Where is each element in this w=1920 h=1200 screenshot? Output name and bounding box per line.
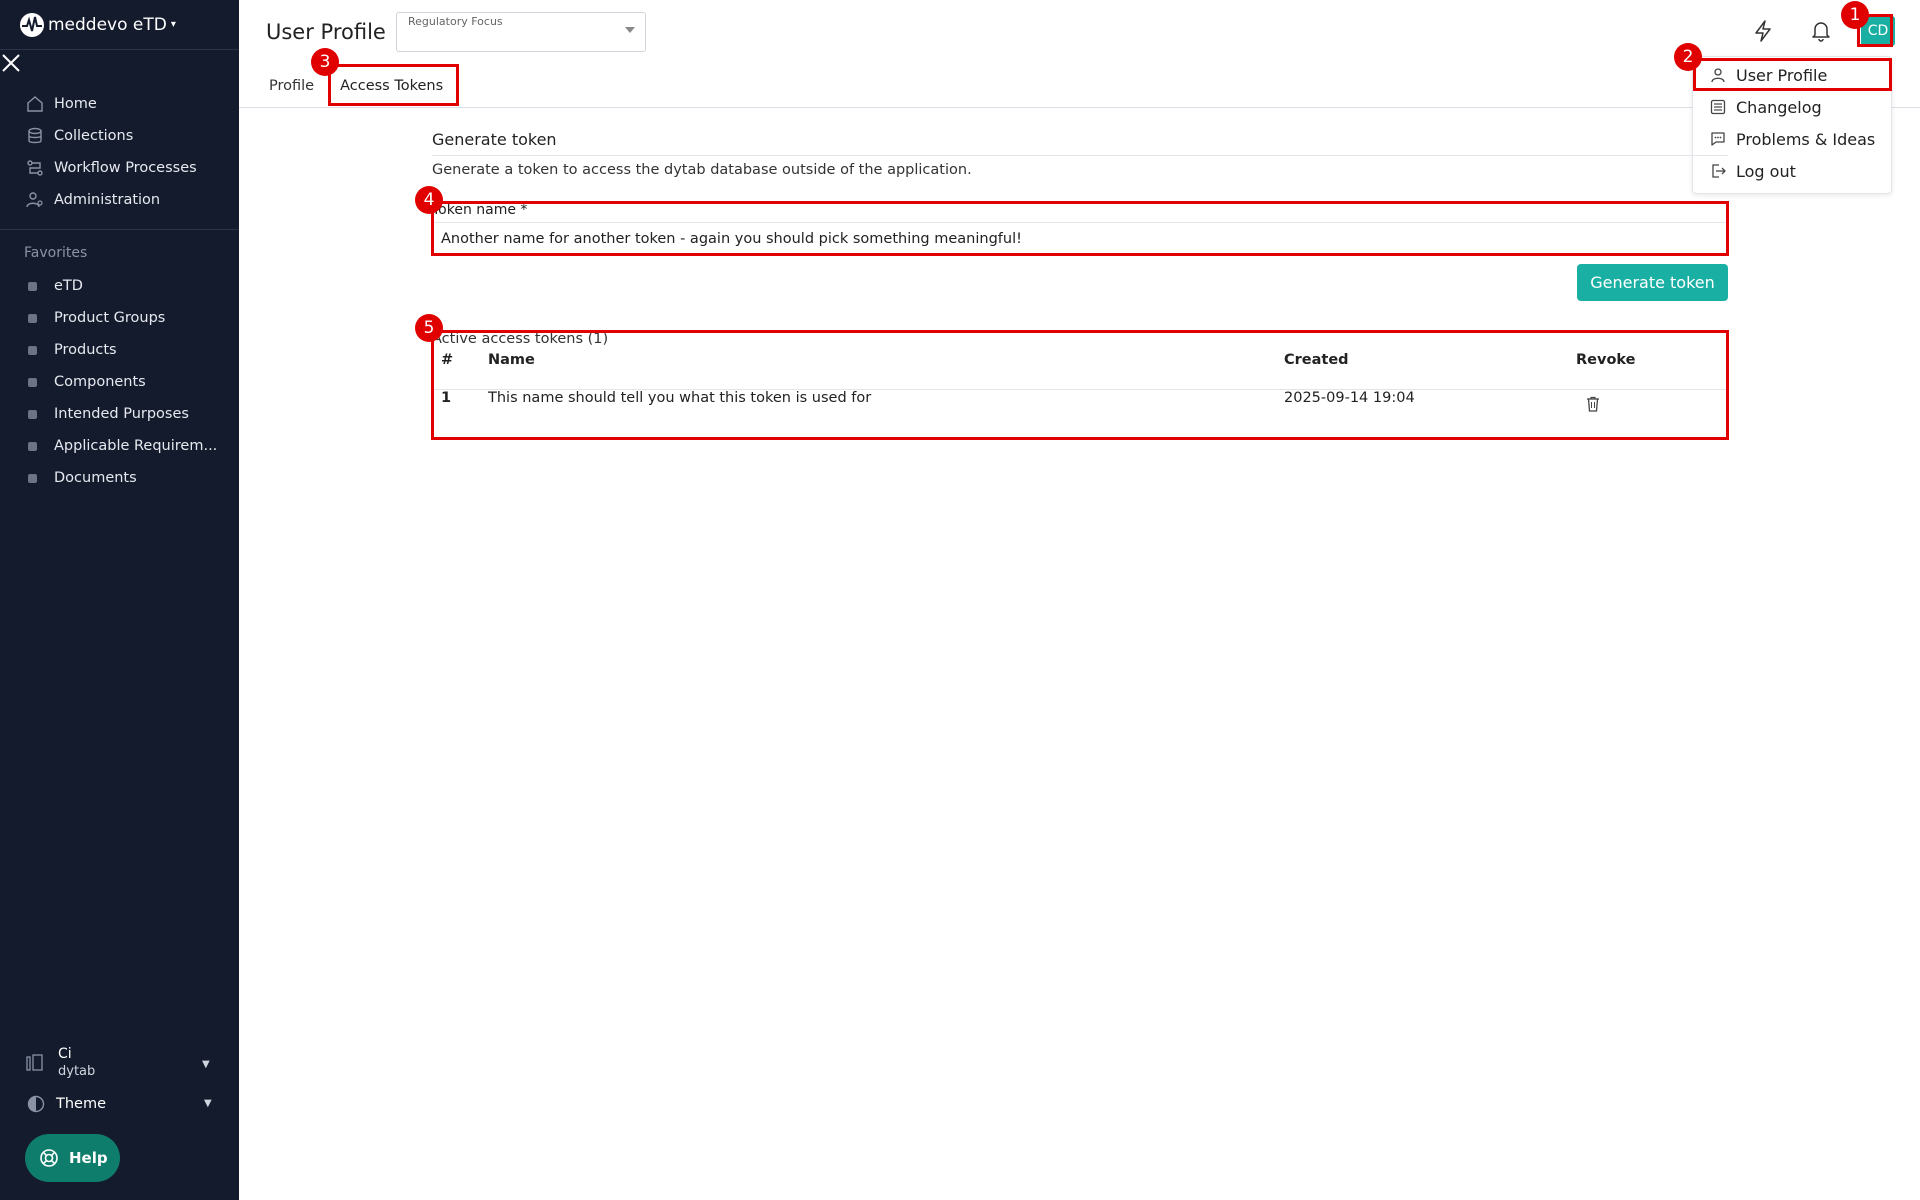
- favorites-list: eTD Product Groups Products Components I…: [0, 270, 239, 494]
- meddevo-logo-icon: [18, 11, 46, 39]
- help-button[interactable]: Help: [25, 1134, 120, 1182]
- theme-label: Theme: [56, 1096, 107, 1112]
- nav-item-collections[interactable]: Collections: [0, 120, 239, 152]
- annotation-badge-5: 5: [415, 314, 443, 342]
- bullet-icon: [28, 345, 37, 355]
- quick-actions-button[interactable]: [1749, 17, 1777, 45]
- generate-token-button[interactable]: Generate token: [1577, 264, 1728, 301]
- favorite-item-applicable-requirements[interactable]: Applicable Requirem...: [0, 430, 239, 462]
- theme-switcher[interactable]: Theme ▼: [0, 1090, 239, 1118]
- favorite-item-etd[interactable]: eTD: [0, 270, 239, 302]
- nav-item-workflow-processes[interactable]: Workflow Processes: [0, 152, 239, 184]
- annotation-badge-3: 3: [311, 48, 339, 76]
- favorite-item-product-groups[interactable]: Product Groups: [0, 302, 239, 334]
- main-nav: Home Collections Workflow Processes Admi…: [0, 76, 239, 216]
- nav-label: Administration: [54, 192, 161, 208]
- annotation-box-5: [431, 330, 1729, 440]
- favorite-item-products[interactable]: Products: [0, 334, 239, 366]
- page-title: User Profile: [266, 20, 386, 44]
- annotation-badge-2: 2: [1674, 43, 1702, 71]
- sidebar-divider: [0, 229, 239, 230]
- org-name: Ci: [58, 1046, 72, 1062]
- annotation-box-3: [328, 64, 459, 106]
- nav-label: Home: [54, 96, 97, 112]
- favorite-item-intended-purposes[interactable]: Intended Purposes: [0, 398, 239, 430]
- org-tenant: dytab: [58, 1064, 96, 1079]
- regulatory-focus-select[interactable]: Regulatory Focus: [396, 12, 646, 52]
- home-icon: [24, 93, 46, 115]
- app-name: meddevo eTD: [48, 14, 167, 35]
- organization-switcher[interactable]: Ci dytab ▼: [0, 1040, 239, 1086]
- favorite-item-documents[interactable]: Documents: [0, 462, 239, 494]
- chevron-down-icon: ▾: [170, 19, 176, 30]
- organization-icon: [24, 1052, 46, 1074]
- menu-item-changelog[interactable]: Changelog: [1693, 91, 1891, 123]
- regulatory-focus-label: Regulatory Focus: [408, 15, 503, 28]
- access-tokens-panel: Generate token Generate a token to acces…: [432, 130, 1728, 412]
- lightning-icon: [1755, 20, 1771, 42]
- annotation-box-2: [1693, 58, 1892, 91]
- bullet-icon: [28, 281, 37, 291]
- nav-item-home[interactable]: Home: [0, 88, 239, 120]
- nav-item-administration[interactable]: Administration: [0, 184, 239, 216]
- user-settings-icon: [24, 189, 46, 211]
- theme-icon: [26, 1094, 46, 1114]
- bullet-icon: [28, 377, 37, 387]
- bullet-icon: [28, 409, 37, 419]
- bullet-icon: [28, 313, 37, 323]
- page-header: User Profile Regulatory Focus Profile Ac…: [239, 0, 1920, 108]
- annotation-badge-1: 1: [1841, 1, 1869, 29]
- database-icon: [24, 125, 46, 147]
- bullet-icon: [28, 441, 37, 451]
- nav-label: Collections: [54, 128, 134, 144]
- annotation-box-4: [431, 201, 1729, 256]
- close-icon: [2, 54, 20, 72]
- chevron-down-icon: ▼: [204, 1098, 212, 1109]
- nav-label: Workflow Processes: [54, 160, 197, 176]
- favorite-item-components[interactable]: Components: [0, 366, 239, 398]
- help-label: Help: [69, 1149, 108, 1167]
- lifebuoy-icon: [39, 1148, 59, 1168]
- generate-token-description: Generate a token to access the dytab dat…: [432, 162, 972, 178]
- bullet-icon: [28, 473, 37, 483]
- brand-switcher[interactable]: meddevo eTD ▾: [0, 0, 239, 50]
- close-sidebar-button[interactable]: [0, 50, 239, 76]
- generate-token-title: Generate token: [432, 130, 1728, 156]
- sidebar: meddevo eTD ▾ Home Collections Workflow …: [0, 0, 239, 1200]
- list-icon: [1709, 98, 1727, 116]
- notifications-button[interactable]: [1807, 17, 1835, 45]
- chevron-down-icon: ▼: [202, 1059, 210, 1070]
- bell-icon: [1812, 22, 1830, 42]
- favorites-title: Favorites: [24, 245, 88, 261]
- chevron-down-icon: [625, 27, 635, 33]
- workflow-icon: [24, 157, 46, 179]
- annotation-badge-4: 4: [415, 186, 443, 214]
